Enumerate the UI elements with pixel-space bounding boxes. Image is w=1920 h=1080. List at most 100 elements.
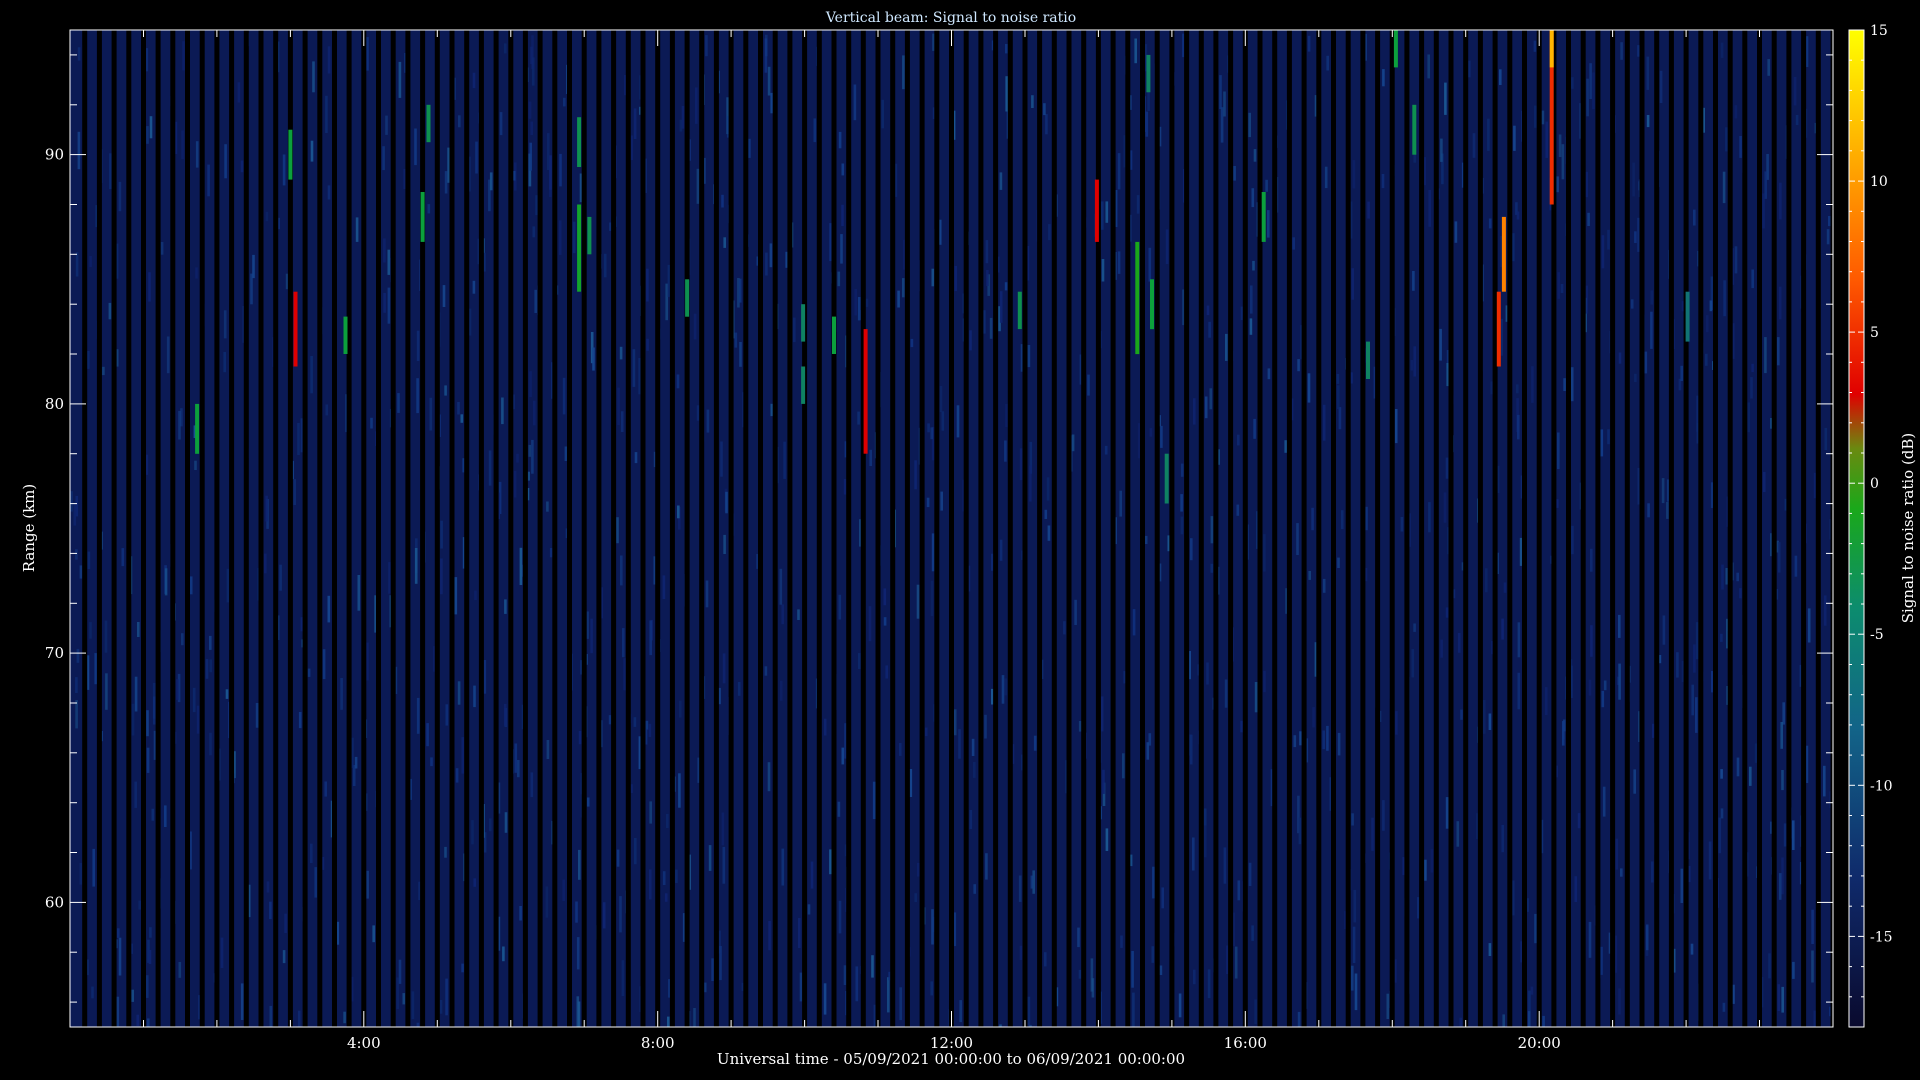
noise-cell [1781, 857, 1784, 895]
noise-cell [770, 92, 773, 114]
echo-mark [577, 204, 582, 292]
data-gap [904, 30, 910, 1027]
noise-cell [917, 862, 920, 877]
noise-cell [430, 757, 433, 767]
noise-cell [577, 1001, 581, 1027]
noise-cell [457, 681, 461, 705]
noise-cell [1424, 859, 1427, 881]
colorbar-gradient [1848, 29, 1865, 1028]
noise-cell [679, 700, 682, 718]
data-gap [376, 30, 381, 1027]
noise-cell [1794, 555, 1798, 577]
noise-cell [370, 417, 373, 429]
data-gap [96, 30, 102, 1027]
noise-cell [1210, 563, 1214, 573]
data-gap [1654, 30, 1660, 1027]
noise-cell [723, 534, 726, 554]
data-gap [273, 30, 279, 1027]
noise-cell [931, 909, 934, 945]
noise-cell [530, 772, 534, 798]
data-gap [1213, 30, 1219, 1027]
echo-mark [832, 316, 836, 354]
noise-cell [1353, 889, 1357, 923]
noise-cell [1298, 817, 1302, 845]
noise-cell [1662, 615, 1666, 645]
noise-cell [472, 72, 476, 89]
noise-cell [531, 35, 534, 70]
noise-cell [1534, 105, 1537, 128]
data-gap [1522, 30, 1527, 1027]
noise-cell [838, 594, 842, 620]
data-gap [846, 30, 852, 1027]
colorbar: 15 10 5 0 -5 -10 -15 Signal to noise ratio (dB… [1848, 23, 1917, 1028]
noise-cell [284, 913, 287, 933]
noise-cell [1120, 935, 1123, 948]
noise-cell [164, 568, 168, 596]
noise-cell [1781, 770, 1784, 791]
noise-cell [1293, 735, 1297, 748]
noise-cell [181, 130, 184, 160]
noise-cell [1311, 507, 1314, 531]
noise-cell [634, 838, 637, 865]
noise-cell [984, 714, 987, 739]
noise-cell [1394, 409, 1398, 444]
noise-cell [881, 99, 884, 129]
data-gap [1757, 30, 1762, 1027]
noise-cell [838, 131, 842, 149]
noise-cell [322, 649, 326, 680]
data-gap [1066, 30, 1072, 1027]
noise-cell [279, 564, 282, 591]
noise-cell [255, 703, 259, 728]
noise-cell [445, 704, 449, 726]
noise-cell [1530, 986, 1534, 995]
noise-cell [798, 918, 801, 948]
noise-cell [1382, 69, 1385, 87]
noise-cell [693, 1008, 696, 1027]
noise-cell [572, 221, 576, 254]
data-gap [1419, 30, 1425, 1027]
noise-cell [780, 680, 783, 701]
noise-cell [1646, 56, 1650, 90]
noise-cell [1223, 91, 1226, 117]
noise-cell [1587, 212, 1590, 226]
noise-cell [1090, 958, 1094, 992]
noise-cell [1027, 996, 1031, 1026]
noise-cell [1413, 346, 1416, 377]
noise-cell [1149, 428, 1153, 437]
noise-cell [372, 925, 375, 943]
data-gap [1286, 30, 1292, 1027]
noise-cell [1132, 992, 1135, 1027]
noise-cell [166, 336, 170, 374]
noise-cell [953, 709, 957, 736]
noise-cell [89, 256, 92, 267]
echo-mark [293, 291, 298, 367]
noise-cell [1005, 44, 1008, 54]
noise-cell [534, 289, 537, 313]
noise-cell [104, 620, 108, 653]
noise-cell [1337, 557, 1340, 568]
noise-cell [146, 747, 150, 773]
data-gap [1536, 30, 1542, 1027]
noise-cell [264, 553, 267, 574]
noise-cell [207, 164, 210, 197]
noise-cell [1004, 440, 1007, 462]
noise-cell [533, 400, 536, 426]
noise-cell [623, 658, 626, 691]
noise-cell [1634, 231, 1637, 243]
noise-cell [722, 846, 726, 884]
noise-cell [137, 622, 140, 637]
noise-cell [1299, 731, 1302, 746]
noise-cell [1102, 769, 1105, 794]
noise-cell [1159, 965, 1163, 975]
noise-cell [1284, 440, 1287, 453]
data-gap [699, 30, 705, 1027]
noise-cell [1749, 766, 1752, 786]
noise-cell [695, 87, 698, 124]
data-gap [214, 30, 220, 1027]
noise-cell [1208, 321, 1211, 338]
noise-cell [414, 548, 418, 584]
noise-cell [383, 238, 386, 263]
noise-cell [1720, 769, 1723, 779]
noise-cell [151, 808, 155, 821]
noise-cell [1589, 63, 1592, 99]
